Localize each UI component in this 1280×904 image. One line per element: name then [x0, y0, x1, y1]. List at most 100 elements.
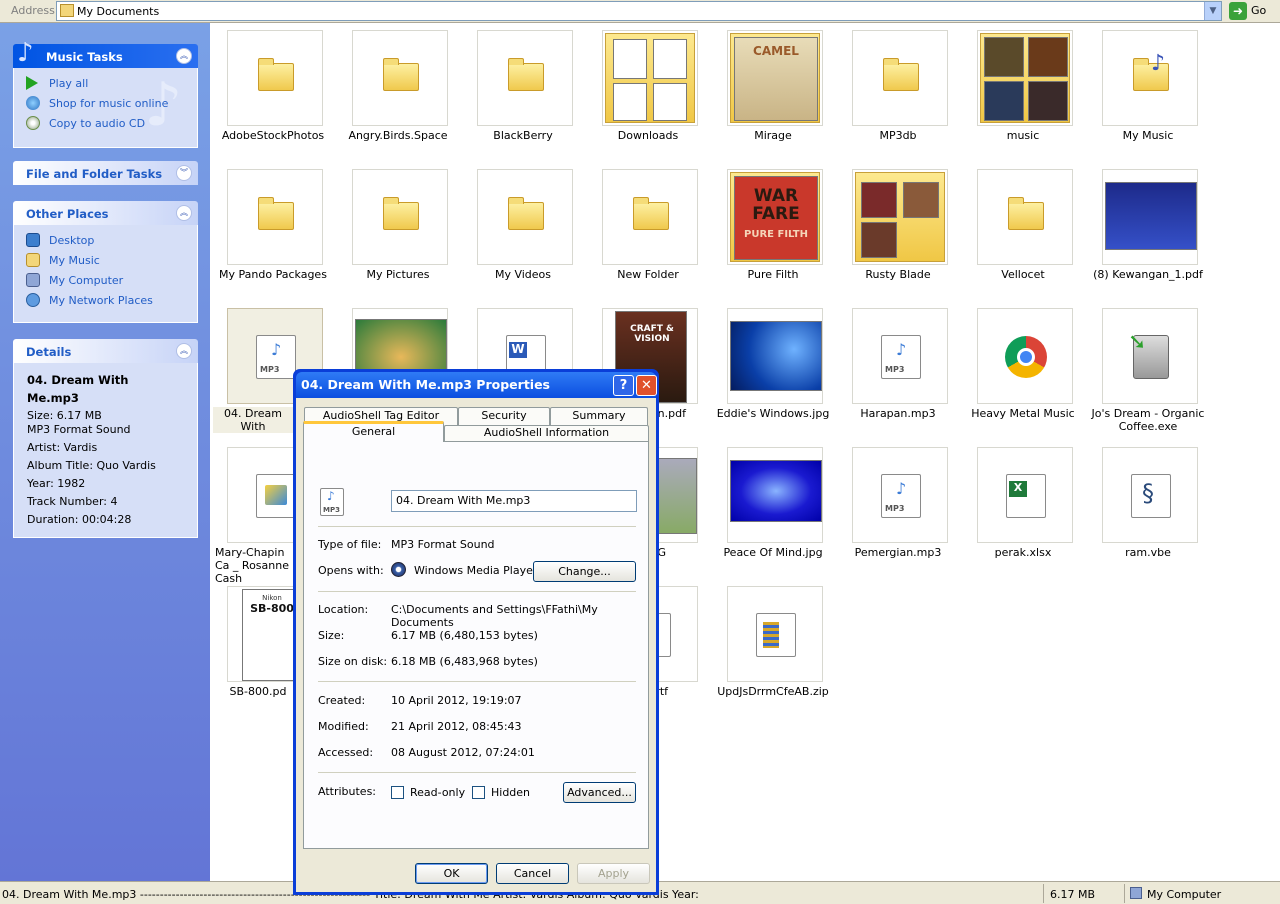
tile: CAMEL	[727, 30, 823, 126]
detail-line: Duration: 00:04:28	[27, 513, 132, 526]
address-input[interactable]: My Documents ▼	[56, 1, 1222, 21]
task-play-all[interactable]: Play all	[14, 74, 197, 94]
file-label: perak.xlsx	[994, 546, 1052, 559]
music-tasks-body: ♪ Play all Shop for music online Copy to…	[13, 68, 198, 148]
file-type-tag: MP3	[885, 365, 905, 374]
task-copy-cd[interactable]: Copy to audio CD	[14, 114, 197, 134]
file-label: Jo's Dream - Organic Coffee.exe	[1091, 407, 1205, 433]
go-arrow-icon[interactable]: ➜	[1229, 2, 1247, 20]
size-value: 6.17 MB (6,480,153 bytes)	[391, 629, 538, 642]
tile	[602, 169, 698, 265]
cancel-button[interactable]: Cancel	[496, 863, 569, 884]
hidden-checkbox[interactable]	[472, 786, 485, 799]
help-button[interactable]: ?	[613, 375, 634, 396]
tab-general[interactable]: General	[303, 421, 444, 442]
tab-audioshell-information[interactable]: AudioShell Information	[444, 425, 649, 441]
zip-file-icon	[756, 613, 796, 657]
desktop-icon	[26, 233, 40, 247]
ok-button[interactable]: OK	[415, 863, 488, 884]
computer-icon	[1130, 887, 1142, 899]
tile: ♪ MP3	[852, 308, 948, 404]
chevron-down-icon[interactable]: ▼	[1204, 2, 1221, 20]
expand-icon[interactable]: ︾	[176, 165, 192, 181]
close-button[interactable]: ✕	[636, 375, 657, 396]
tile	[727, 308, 823, 404]
file-label: Pemergian.mp3	[854, 546, 942, 559]
tab-summary[interactable]: Summary	[550, 407, 648, 425]
tile: ➘	[1102, 308, 1198, 404]
advanced-button[interactable]: Advanced...	[563, 782, 636, 803]
file-label: Angry.Birds.Space	[348, 129, 448, 142]
address-bar: Address My Documents ▼ ➜ Go	[0, 0, 1280, 23]
document-thumbnail	[613, 39, 647, 79]
dialog-titlebar[interactable]: 04. Dream With Me.mp3 Properties ? ✕	[296, 372, 657, 398]
mp3-file-icon: ♪ MP3	[256, 335, 296, 379]
collapse-icon[interactable]: ︽	[176, 205, 192, 221]
installer-icon: ➘	[1128, 330, 1169, 379]
readonly-checkbox[interactable]	[391, 786, 404, 799]
tile	[977, 308, 1073, 404]
details-body: 04. Dream With Me.mp3 Size: 6.17 MB MP3 …	[13, 363, 198, 538]
tile	[227, 169, 323, 265]
network-icon	[26, 293, 40, 307]
hidden-label[interactable]: Hidden	[491, 786, 530, 799]
computer-icon	[26, 273, 40, 287]
tile: WAR FARE PURE FILTH	[727, 169, 823, 265]
opens-with-label: Opens with:	[318, 564, 384, 577]
folder-icon	[508, 197, 544, 230]
place-my-computer[interactable]: My Computer	[14, 271, 197, 291]
tab-security[interactable]: Security	[458, 407, 550, 425]
go-button[interactable]: Go	[1251, 4, 1266, 17]
task-label: Shop for music online	[49, 97, 169, 110]
image-thumbnail	[984, 81, 1024, 121]
file-label: Eddie's Windows.jpg	[716, 407, 830, 420]
file-label: AdobeStockPhotos	[221, 129, 325, 142]
filename-input[interactable]: 04. Dream With Me.mp3	[391, 490, 637, 512]
collapse-icon[interactable]: ︽	[176, 343, 192, 359]
tile: ♪ MP3	[852, 447, 948, 543]
task-shop-music[interactable]: Shop for music online	[14, 94, 197, 114]
image-thumbnail	[730, 321, 822, 391]
size-on-disk-label: Size on disk:	[318, 655, 388, 668]
status-separator	[1124, 884, 1125, 903]
detail-filename: 04. Dream With Me.mp3	[27, 373, 129, 405]
folder-icon	[258, 197, 294, 230]
cover-text: WAR FARE	[752, 186, 800, 224]
place-label: Desktop	[49, 234, 95, 247]
music-tasks-header[interactable]: ♪ Music Tasks ︽	[13, 38, 198, 68]
apply-button[interactable]: Apply	[577, 863, 650, 884]
change-button[interactable]: Change...	[533, 561, 636, 582]
image-thumbnail	[861, 222, 897, 258]
divider	[318, 681, 636, 682]
divider	[318, 526, 636, 527]
place-network[interactable]: My Network Places	[14, 291, 197, 311]
panel-title: Music Tasks	[46, 50, 123, 64]
place-desktop[interactable]: Desktop	[14, 231, 197, 251]
excel-file-icon: X	[1006, 474, 1046, 518]
type-label: Type of file:	[318, 538, 382, 551]
file-label: Mirage	[754, 129, 792, 142]
general-tab-pane: ♪ MP3 04. Dream With Me.mp3 Type of file:…	[303, 441, 649, 849]
dialog-client: AudioShell Tag Editor Security Summary G…	[296, 398, 656, 892]
file-label: Mary-Chapin Ca _ Rosanne Cash	[215, 546, 289, 585]
created-value: 10 April 2012, 19:19:07	[391, 694, 522, 707]
tile	[727, 586, 823, 682]
collapse-icon[interactable]: ︽	[176, 48, 192, 64]
status-zone: My Computer	[1147, 888, 1222, 901]
detail-line: Track Number: 4	[27, 495, 118, 508]
media-player-icon	[391, 562, 406, 577]
file-label: My Videos	[494, 268, 552, 281]
file-folder-tasks-header[interactable]: File and Folder Tasks ︾	[13, 161, 198, 185]
file-label: Harapan.mp3	[860, 407, 936, 420]
tile: §	[1102, 447, 1198, 543]
place-my-music[interactable]: My Music	[14, 251, 197, 271]
readonly-label[interactable]: Read-only	[410, 786, 465, 799]
detail-line: Year: 1982	[27, 477, 86, 490]
details-header[interactable]: Details ︽	[13, 339, 198, 363]
cover-text: SB-800	[250, 602, 294, 615]
file-label: Rusty Blade	[865, 268, 931, 281]
other-places-header[interactable]: Other Places ︽	[13, 201, 198, 225]
mp3-file-icon: ♪ MP3	[320, 488, 344, 516]
folder-icon	[1008, 197, 1044, 230]
attributes-label: Attributes:	[318, 785, 377, 798]
